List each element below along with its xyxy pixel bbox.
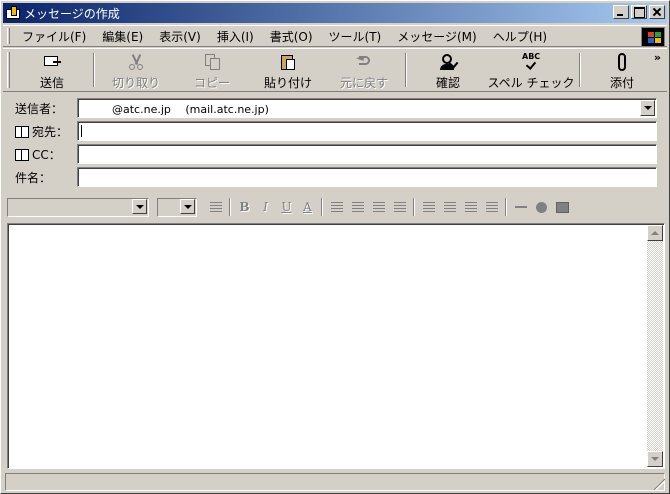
address-book-icon[interactable] [15, 148, 29, 161]
toolbar-separator [579, 53, 581, 87]
increase-indent-icon[interactable] [389, 197, 410, 217]
copy-label: コピー [193, 75, 230, 90]
menu-insert[interactable]: 挿入(I) [209, 26, 262, 46]
menu-bar: ファイル(F) 編集(E) 表示(V) 挿入(I) 書式(O) ツール(T) メ… [3, 25, 667, 47]
close-button[interactable] [649, 5, 665, 19]
spell-check-icon: ABC [521, 52, 541, 72]
toolbar-grip[interactable] [7, 52, 10, 88]
font-color-button[interactable]: A [297, 197, 318, 217]
chevron-down-icon[interactable] [180, 198, 195, 214]
chevron-down-icon[interactable] [640, 100, 655, 116]
toolbar-separator [405, 53, 407, 87]
cc-field[interactable] [77, 144, 657, 164]
windows-logo-icon [641, 27, 665, 47]
status-bar [3, 472, 667, 492]
horizontal-line-icon[interactable] [510, 197, 531, 217]
menu-view[interactable]: 表示(V) [151, 26, 209, 46]
format-separator [413, 198, 415, 216]
cut-button[interactable]: 切り取り [98, 49, 174, 91]
format-toolbar: B I U A [3, 195, 667, 219]
spell-check-button[interactable]: ABC スペル チェック [486, 49, 576, 91]
paperclip-icon [612, 52, 632, 72]
menu-help[interactable]: ヘルプ(H) [485, 26, 555, 46]
attach-button[interactable]: 添付 [584, 49, 660, 91]
insert-picture-icon[interactable] [552, 197, 573, 217]
chevron-down-icon[interactable] [132, 198, 147, 214]
minimize-button[interactable] [613, 5, 629, 19]
numbered-list-icon[interactable] [326, 197, 347, 217]
to-row: 宛先： [3, 121, 667, 141]
subject-row: 件名： [3, 167, 667, 187]
address-book-icon[interactable] [15, 125, 29, 138]
underline-button[interactable]: U [276, 197, 297, 217]
undo-icon: ◄ [354, 52, 374, 72]
scroll-up-button[interactable] [647, 225, 663, 241]
paste-label: 貼り付け [263, 75, 312, 90]
cut-label: 切り取り [111, 75, 160, 90]
to-label: 宛先： [32, 125, 69, 139]
copy-icon [202, 52, 222, 72]
menu-file[interactable]: ファイル(F) [14, 26, 94, 46]
from-select[interactable]: @atc.ne.jp (mail.atc.ne.jp) [77, 98, 657, 118]
main-toolbar: 送信 切り取り コピー 貼り付け ◄ 元に戻す 確認 ABC スペル チェック [3, 48, 667, 92]
from-value: @atc.ne.jp (mail.atc.ne.jp) [112, 103, 269, 116]
undo-label: 元に戻す [339, 75, 388, 90]
subject-label: 件名： [15, 171, 52, 185]
copy-button[interactable]: コピー [174, 49, 250, 91]
vertical-scrollbar[interactable] [647, 225, 663, 467]
paste-button[interactable]: 貼り付け [250, 49, 326, 91]
format-separator [505, 198, 507, 216]
clipboard-icon [278, 52, 298, 72]
toolbar-overflow-chevron-icon[interactable]: » [654, 51, 661, 64]
spell-check-label: スペル チェック [487, 75, 575, 90]
insert-hyperlink-icon[interactable] [531, 197, 552, 217]
from-label: 送信者： [15, 102, 64, 116]
paragraph-style-icon[interactable] [205, 197, 226, 217]
compose-window: メッセージの作成 ファイル(F) 編集(E) 表示(V) 挿入(I) 書式(O)… [0, 0, 670, 494]
menu-format[interactable]: 書式(O) [262, 26, 321, 46]
menu-edit[interactable]: 編集(E) [94, 26, 151, 46]
format-separator [229, 198, 231, 216]
to-field-label[interactable]: 宛先： [15, 123, 68, 140]
font-name-select[interactable] [7, 197, 149, 217]
send-label: 送信 [39, 75, 64, 90]
scroll-down-button[interactable] [647, 451, 663, 467]
bullet-list-icon[interactable] [347, 197, 368, 217]
bold-button[interactable]: B [234, 197, 255, 217]
font-size-select[interactable] [157, 197, 197, 217]
align-left-icon[interactable] [418, 197, 439, 217]
compose-message-icon [6, 6, 20, 20]
window-title: メッセージの作成 [24, 6, 120, 21]
justify-icon[interactable] [481, 197, 502, 217]
to-field[interactable] [77, 121, 657, 141]
cc-label: CC： [32, 148, 61, 162]
from-row: 送信者： @atc.ne.jp (mail.atc.ne.jp) [3, 98, 667, 118]
toolbar-separator [93, 53, 95, 87]
check-names-icon [438, 52, 459, 72]
menu-message[interactable]: メッセージ(M) [389, 26, 484, 46]
send-button[interactable]: 送信 [14, 49, 90, 91]
check-names-label: 確認 [435, 75, 460, 90]
menu-grip[interactable] [7, 28, 10, 44]
status-pane [5, 473, 665, 491]
cc-row: CC： [3, 144, 667, 164]
undo-button[interactable]: ◄ 元に戻す [326, 49, 402, 91]
align-center-icon[interactable] [439, 197, 460, 217]
menu-tools[interactable]: ツール(T) [321, 26, 390, 46]
align-right-icon[interactable] [460, 197, 481, 217]
check-names-button[interactable]: 確認 [410, 49, 486, 91]
resize-grip-icon[interactable] [653, 478, 665, 490]
send-icon [42, 52, 62, 72]
italic-button[interactable]: I [255, 197, 276, 217]
subject-field[interactable] [77, 167, 657, 187]
scissors-icon [126, 52, 146, 72]
format-separator [321, 198, 323, 216]
maximize-button[interactable] [631, 5, 647, 19]
cc-field-label[interactable]: CC： [15, 146, 61, 163]
decrease-indent-icon[interactable] [368, 197, 389, 217]
title-bar[interactable]: メッセージの作成 [3, 3, 667, 23]
message-body-editor[interactable] [7, 223, 665, 469]
attach-label: 添付 [609, 75, 634, 90]
window-controls [611, 5, 665, 19]
